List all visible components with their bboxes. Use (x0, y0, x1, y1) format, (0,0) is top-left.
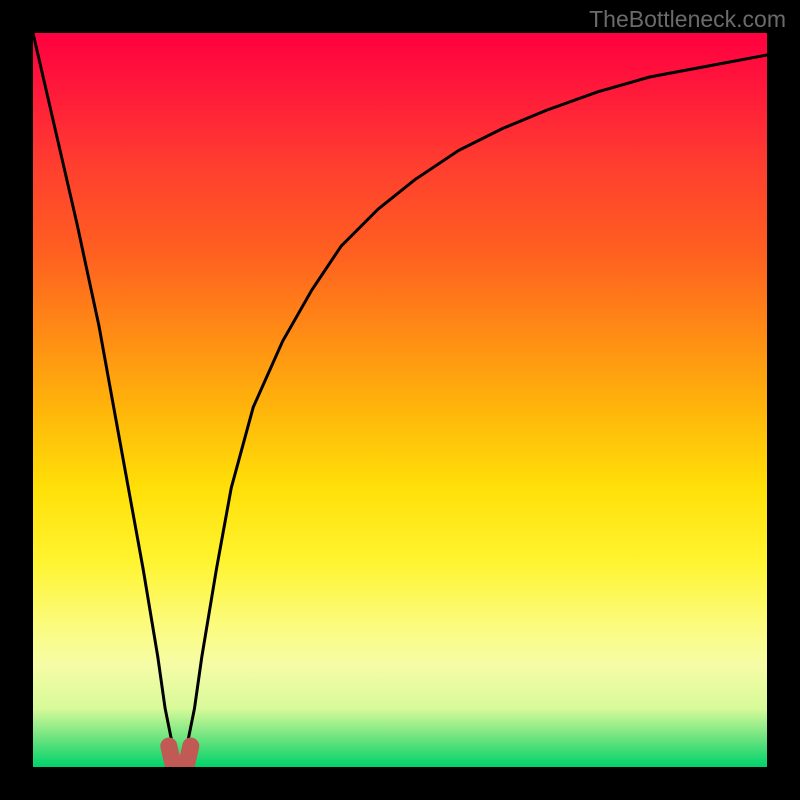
minima-highlight (169, 746, 191, 763)
chart-svg (33, 33, 767, 767)
watermark-text: TheBottleneck.com (589, 6, 786, 33)
chart-frame: TheBottleneck.com (0, 0, 800, 800)
chart-plot-area (33, 33, 767, 767)
bottleneck-curve (33, 33, 767, 760)
